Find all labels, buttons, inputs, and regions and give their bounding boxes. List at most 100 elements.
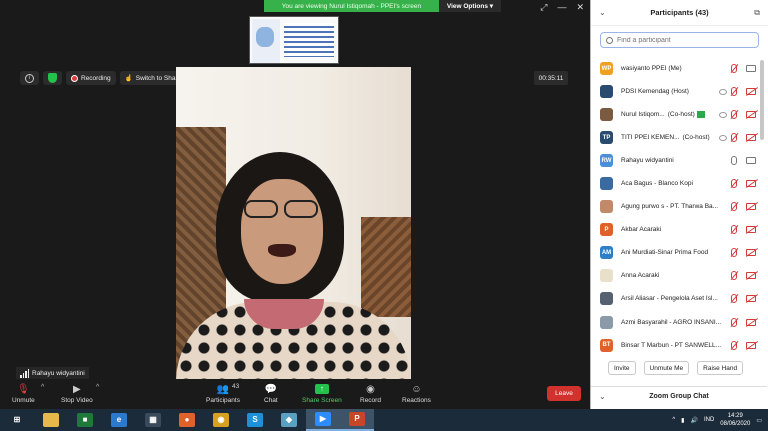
participant-row[interactable]: BT Binsar T Marbun - PT SANWELL... xyxy=(591,334,767,357)
taskbar-store[interactable]: ■ xyxy=(68,409,102,431)
taskbar-internet-explorer[interactable]: e xyxy=(102,409,136,431)
participant-row[interactable]: RW Rahayu widyantini xyxy=(591,149,767,172)
view-options-button[interactable]: View Options ▾ xyxy=(438,0,501,12)
participants-panel-header: ⌄ Participants (43) ⧉ xyxy=(591,0,768,26)
unmute-button[interactable]: 🎙 Unmute xyxy=(12,382,35,405)
participant-list-scrollbar[interactable] xyxy=(760,60,764,140)
meeting-timer: 00:35:11 xyxy=(534,71,568,85)
fullscreen-icon[interactable]: ⤢ xyxy=(540,2,547,13)
participant-row[interactable]: PDSI Kemendag (Host) xyxy=(591,80,767,103)
thumbnail-graphic xyxy=(256,27,274,47)
participant-name-text: Nurul Istiqom... xyxy=(621,111,665,119)
video-off-icon xyxy=(746,272,756,280)
participant-row[interactable]: P Akbar Acaraki xyxy=(591,218,767,241)
taskbar-file-explorer[interactable] xyxy=(34,409,68,431)
eye-icon xyxy=(719,134,727,141)
clock-date: 08/06/2020 xyxy=(720,421,751,427)
taskbar-calculator[interactable]: ▦ xyxy=(136,409,170,431)
share-banner: You are viewing Nurul Istiqomah - PPEI's… xyxy=(264,0,501,12)
recording-indicator[interactable]: Recording xyxy=(66,71,116,85)
app-generic-icon: ◆ xyxy=(281,413,297,427)
mic-muted-icon xyxy=(731,110,737,120)
carved-wood-right xyxy=(361,217,411,317)
participant-row[interactable]: Anna Acaraki xyxy=(591,264,767,287)
taskbar-powerpoint[interactable]: P xyxy=(340,409,374,431)
participant-name-text: Agung purwo s - PT. Tharwa Ba... xyxy=(621,203,719,211)
participant-name: Nurul Istiqom... (Co-host) xyxy=(621,111,731,118)
share-banner-text: You are viewing Nurul Istiqomah - PPEI's… xyxy=(281,2,422,10)
participant-name: Agung purwo s - PT. Tharwa Ba... xyxy=(621,203,731,210)
participant-search-input[interactable] xyxy=(617,36,747,44)
participant-row[interactable]: Aca Bagus - Blanco Kopi xyxy=(591,172,767,195)
volume-icon[interactable]: 🔊 xyxy=(690,417,697,424)
participant-row[interactable]: Agung purwo s - PT. Tharwa Ba... xyxy=(591,195,767,218)
speaker-glasses xyxy=(242,200,320,218)
info-button[interactable]: i xyxy=(20,71,39,85)
video-off-icon xyxy=(746,134,756,142)
record-icon: ◉ xyxy=(366,383,375,395)
pop-out-icon[interactable]: ⧉ xyxy=(754,8,760,18)
skype-icon: S xyxy=(247,413,263,427)
mic-muted-icon xyxy=(731,133,737,143)
participant-name: Rahayu widyantini xyxy=(621,157,731,164)
powerpoint-icon: P xyxy=(349,412,365,426)
record-button[interactable]: ◉ Record xyxy=(360,382,381,405)
leave-button[interactable]: Leave xyxy=(547,386,581,401)
reactions-label: Reactions xyxy=(402,397,431,404)
participants-count: 43 xyxy=(232,383,240,390)
collapse-chevron-icon[interactable]: ⌄ xyxy=(599,8,606,17)
avatar: WP xyxy=(600,62,613,76)
participant-role: (Co-host) xyxy=(667,111,695,119)
chat-button[interactable]: 💬 Chat xyxy=(264,382,278,405)
participant-list: WP wasiyanto PPEI (Me) PDSI Kemendag (Host… xyxy=(591,57,767,357)
participant-row[interactable]: Arsil Aliasar - Pengelola Aset Isl... xyxy=(591,287,767,310)
invite-button[interactable]: Invite xyxy=(608,361,636,375)
language-indicator[interactable]: IND xyxy=(704,417,714,423)
tray-arrow-icon[interactable]: ^ xyxy=(672,417,675,423)
minimize-icon[interactable]: — xyxy=(557,2,566,13)
taskbar-zoom[interactable]: ▶ xyxy=(306,409,340,431)
participant-row[interactable]: WP wasiyanto PPEI (Me) xyxy=(591,57,767,80)
taskbar-firefox[interactable]: ● xyxy=(170,409,204,431)
participants-panel: ⌄ Participants (43) ⧉ WP wasiyanto PPEI (… xyxy=(590,0,768,409)
taskbar-windows-start[interactable]: ⊞ xyxy=(0,409,34,431)
close-icon[interactable]: ✕ xyxy=(576,2,584,13)
participant-search[interactable] xyxy=(600,32,759,48)
video-off-icon xyxy=(746,180,756,188)
avatar: TP xyxy=(600,131,613,145)
speaker-face xyxy=(241,179,323,284)
audio-options-caret[interactable]: ^ xyxy=(41,384,44,391)
participant-row[interactable]: AM Ani Murdiati-Sinar Prima Food xyxy=(591,241,767,264)
video-options-caret[interactable]: ^ xyxy=(96,384,99,391)
collapse-chevron-icon[interactable]: ⌄ xyxy=(599,392,606,401)
participant-name: Binsar T Marbun - PT SANWELL... xyxy=(621,342,731,349)
unmute-me-button[interactable]: Unmute Me xyxy=(643,361,690,375)
raise-hand-button[interactable]: Raise Hand xyxy=(697,361,744,375)
notifications-icon[interactable]: ▭ xyxy=(756,417,762,424)
stop-video-button[interactable]: ▶ Stop Video xyxy=(61,382,93,405)
sharing-badge-icon xyxy=(696,111,705,118)
clock[interactable]: 14:29 08/06/2020 xyxy=(720,412,750,428)
group-chat-header[interactable]: ⌄ Zoom Group Chat xyxy=(591,386,767,406)
participant-row[interactable]: Azmi Basyarahil - AGRO INSANI... xyxy=(591,311,767,334)
reactions-button[interactable]: ☺ Reactions xyxy=(402,382,431,405)
network-icon[interactable]: ▮ xyxy=(681,417,684,424)
participant-row[interactable]: TP TITI PPEI KEMEN... (Co-host) xyxy=(591,126,767,149)
video-off-icon xyxy=(746,203,756,211)
shared-screen-thumbnail[interactable] xyxy=(249,16,339,64)
chrome-icon: ◉ xyxy=(213,413,229,427)
participant-name: Aca Bagus - Blanco Kopi xyxy=(621,180,731,187)
taskbar-skype[interactable]: S xyxy=(238,409,272,431)
taskbar-app-generic[interactable]: ◆ xyxy=(272,409,306,431)
security-shield[interactable] xyxy=(43,71,62,85)
share-screen-button[interactable]: ↑ Share Screen xyxy=(302,382,342,404)
avatar xyxy=(600,200,613,214)
thumbnail-document xyxy=(284,23,334,57)
taskbar-chrome[interactable]: ◉ xyxy=(204,409,238,431)
participant-name-text: PDSI Kemendag (Host) xyxy=(621,88,689,96)
store-icon: ■ xyxy=(77,413,93,427)
participant-row[interactable]: Nurul Istiqom... (Co-host) xyxy=(591,103,767,126)
firefox-icon: ● xyxy=(179,413,195,427)
windows-taskbar: ⊞ ■ e ▦ ● ◉ S ◆ ▶ P xyxy=(0,409,768,431)
info-icon: i xyxy=(25,73,34,83)
